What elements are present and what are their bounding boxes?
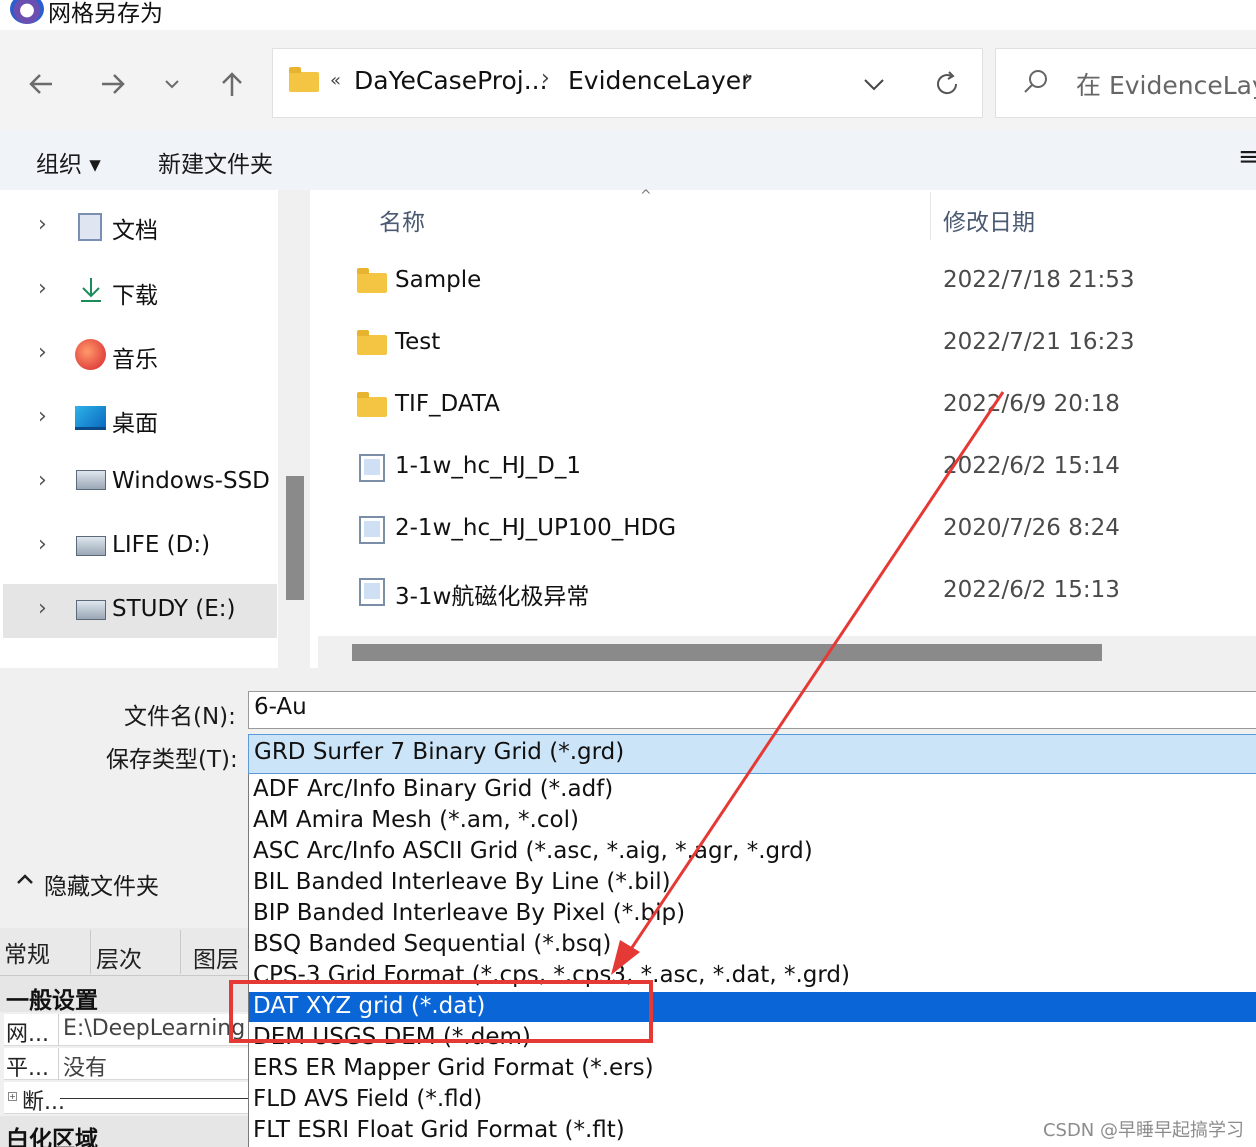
watermark: CSDN @早睡早起搞学习 (1042, 1120, 1244, 1141)
annotation-arrow (611, 391, 1005, 975)
